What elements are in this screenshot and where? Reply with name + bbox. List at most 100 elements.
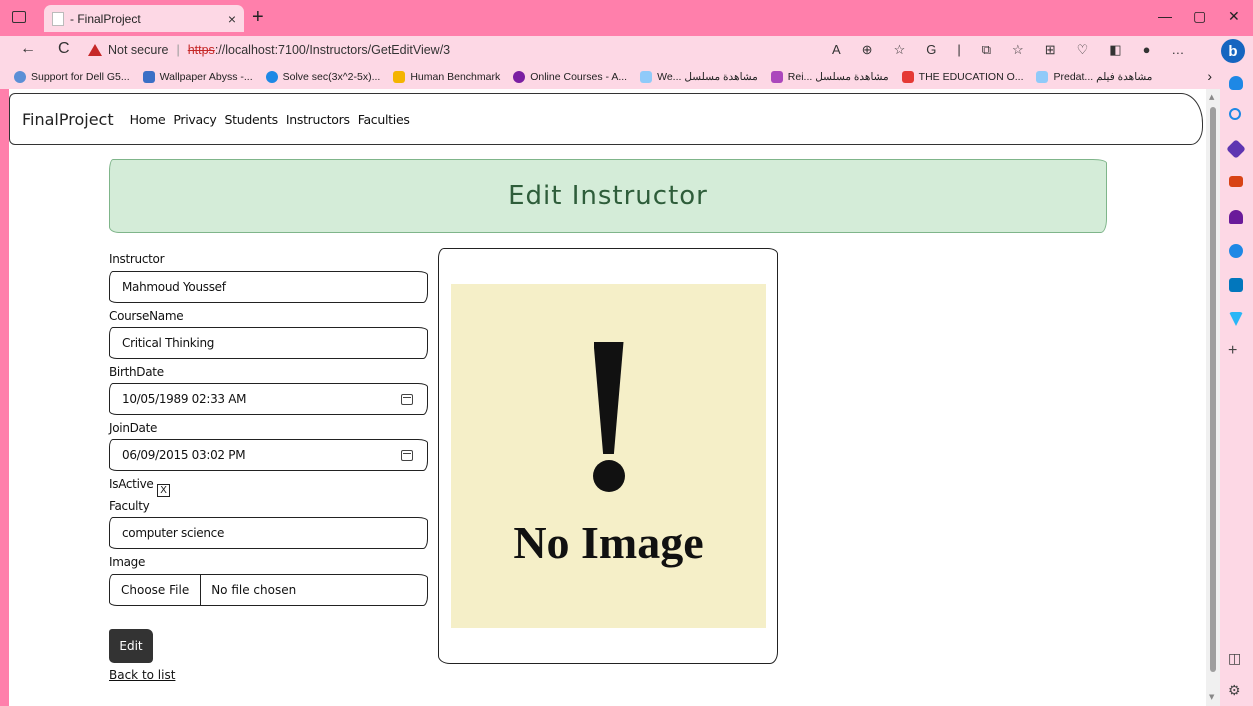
bing-icon[interactable]: b [1221, 39, 1245, 63]
bookmark-favicon-icon [770, 70, 783, 83]
collections-icon[interactable]: ⊞ [1045, 42, 1056, 58]
is-active-checkbox[interactable]: X [157, 484, 170, 497]
new-tab-button[interactable]: + [252, 6, 264, 29]
back-button[interactable]: ← [20, 40, 36, 58]
search-icon[interactable] [1229, 108, 1241, 120]
faculty-input[interactable]: computer science [109, 517, 428, 549]
bookmark-label: Rei... مشاهدة مسلسل [787, 70, 889, 83]
address-row: ← C Not secure | https ://localhost:7100… [0, 36, 1253, 64]
bookmark-item[interactable]: Rei... مشاهدة مسلسل [770, 70, 889, 83]
tab-title: - FinalProject [70, 11, 141, 26]
bookmark-label: Support for Dell G5... [31, 70, 130, 83]
bookmark-label: Human Benchmark [410, 70, 501, 83]
health-icon[interactable]: ♡ [1077, 42, 1089, 58]
office-icon[interactable] [1229, 244, 1243, 258]
bookmark-item[interactable]: Wallpaper Abyss -... [142, 70, 253, 83]
image-file-input[interactable]: Choose File No file chosen [109, 574, 428, 606]
address-bar[interactable]: Not secure | https ://localhost:7100/Ins… [88, 39, 908, 61]
join-date-input[interactable]: 06/09/2015 03:02 PM [109, 439, 428, 471]
bookmark-item[interactable]: Predat... مشاهدة فيلم [1036, 70, 1152, 83]
url-scheme: https [187, 43, 215, 57]
nav-link-instructors[interactable]: Instructors [286, 112, 350, 127]
favorite-icon[interactable]: ☆ [894, 42, 906, 58]
join-date-label: JoinDate [109, 421, 158, 435]
read-aloud-icon[interactable]: A [832, 42, 841, 58]
toolbar-divider: | [957, 42, 961, 57]
tab-close-icon[interactable]: × [228, 11, 236, 27]
scroll-up-icon[interactable]: ▲ [1209, 93, 1214, 101]
bookmark-label: Wallpaper Abyss -... [159, 70, 253, 83]
favorites-icon[interactable]: ☆ [1012, 42, 1024, 58]
bookmarks-more-icon[interactable]: › [1207, 68, 1212, 84]
bookmark-favicon-icon [393, 70, 406, 83]
calendar-icon[interactable] [401, 450, 413, 461]
join-date-value: 06/09/2015 03:02 PM [122, 448, 246, 462]
bookmark-item[interactable]: We... مشاهدة مسلسل [640, 70, 758, 83]
bookmark-label: We... مشاهدة مسلسل [657, 70, 758, 83]
title-bar: - FinalProject × + — ▢ ✕ [0, 0, 1253, 36]
course-name-input[interactable]: Critical Thinking [109, 327, 428, 359]
birth-date-label: BirthDate [109, 365, 164, 379]
page-title: Edit Instructor [508, 181, 708, 211]
scroll-down-icon[interactable]: ▼ [1209, 693, 1214, 701]
not-secure-label[interactable]: Not secure [108, 43, 168, 57]
page-viewport: FinalProject Home Privacy Students Instr… [9, 89, 1220, 706]
send-icon[interactable] [1229, 312, 1243, 326]
instructor-input[interactable]: Mahmoud Youssef [109, 271, 428, 303]
browser-tab[interactable]: - FinalProject × [44, 5, 244, 32]
course-name-value: Critical Thinking [122, 336, 215, 350]
people-icon[interactable] [1229, 210, 1243, 224]
split-screen-icon[interactable]: ⧉ [982, 42, 991, 58]
toolbar-icons: A ⊕ ☆ G | ⧉ ☆ ⊞ ♡ ◧ ● … [832, 42, 1184, 58]
bookmark-favicon-icon [1036, 70, 1049, 83]
bookmark-item[interactable]: Human Benchmark [393, 70, 501, 83]
course-name-label: CourseName [109, 309, 184, 323]
outlook-icon[interactable] [1229, 278, 1243, 292]
scrollbar-thumb[interactable] [1210, 107, 1216, 672]
instructor-label: Instructor [109, 252, 165, 266]
site-navbar: FinalProject Home Privacy Students Instr… [9, 93, 1203, 145]
bookmark-item[interactable]: Support for Dell G5... [14, 70, 130, 83]
copilot-panel-icon[interactable]: ◧ [1109, 42, 1121, 58]
nav-link-students[interactable]: Students [225, 112, 279, 127]
extensions-icon[interactable]: G [926, 42, 936, 58]
more-options-icon[interactable]: … [1171, 42, 1184, 58]
choose-file-button[interactable]: Choose File [110, 575, 202, 605]
file-status: No file chosen [211, 583, 297, 597]
add-sidebar-icon[interactable]: + [1228, 342, 1237, 360]
briefcase-icon[interactable] [1229, 176, 1243, 187]
bookmark-favicon-icon [513, 70, 526, 83]
bookmark-item[interactable]: THE EDUCATION O... [901, 70, 1023, 83]
profile-icon[interactable]: ● [1143, 42, 1151, 58]
back-to-list-link[interactable]: Back to list [109, 668, 175, 682]
bookmark-item[interactable]: Solve sec(3x^2-5x)... [265, 70, 380, 83]
faculty-label: Faculty [109, 499, 150, 513]
birth-date-input[interactable]: 10/05/1989 02:33 AM [109, 383, 428, 415]
warning-icon[interactable] [88, 44, 102, 56]
page-scrollbar[interactable]: ▲ ▼ [1206, 89, 1220, 706]
faculty-value: computer science [122, 526, 225, 540]
bookmark-item[interactable]: Online Courses - A... [513, 70, 627, 83]
bookmark-favicon-icon [901, 70, 914, 83]
tab-actions-icon[interactable] [12, 11, 26, 23]
edit-button[interactable]: Edit [109, 629, 153, 663]
maximize-button[interactable]: ▢ [1193, 8, 1206, 25]
zoom-icon[interactable]: ⊕ [862, 42, 873, 58]
sidebar-layout-icon[interactable]: ◫ [1228, 650, 1241, 667]
image-label: Image [109, 555, 146, 569]
settings-gear-icon[interactable]: ⚙ [1228, 682, 1241, 699]
nav-link-home[interactable]: Home [130, 112, 166, 127]
exclamation-dot-icon [592, 460, 625, 492]
bookmark-favicon-icon [142, 70, 155, 83]
nav-link-privacy[interactable]: Privacy [173, 112, 216, 127]
nav-link-faculties[interactable]: Faculties [358, 112, 410, 127]
reload-button[interactable]: C [58, 40, 70, 58]
minimize-button[interactable]: — [1158, 8, 1172, 24]
bookmark-favicon-icon [640, 70, 653, 83]
navbar-brand[interactable]: FinalProject [22, 110, 114, 129]
tag-icon[interactable] [1226, 139, 1246, 159]
edge-sidebar: + ◫ ⚙ [1220, 64, 1253, 706]
calendar-icon[interactable] [401, 394, 413, 405]
close-window-button[interactable]: ✕ [1228, 8, 1240, 25]
notification-icon[interactable] [1229, 76, 1243, 90]
